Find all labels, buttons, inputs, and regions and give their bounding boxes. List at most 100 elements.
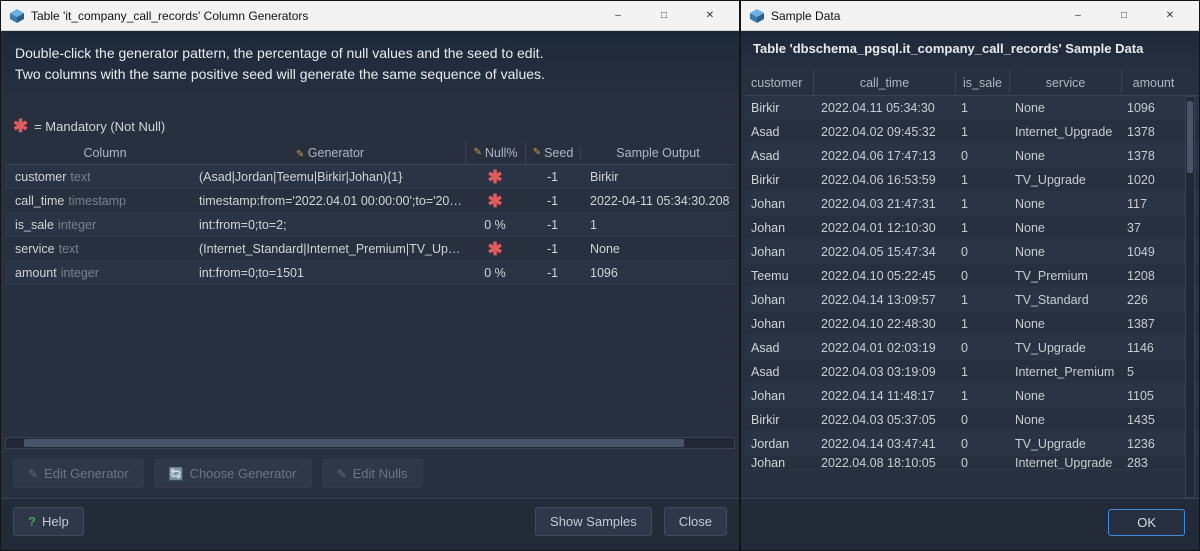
close-window-button[interactable]: ✕ xyxy=(1147,1,1193,31)
seed-cell[interactable]: -1 xyxy=(525,266,580,280)
maximize-button[interactable]: □ xyxy=(1101,1,1147,31)
sample-row[interactable]: Asad2022.04.03 03:19:091Internet_Premium… xyxy=(745,360,1199,384)
column-name-cell[interactable]: customertext xyxy=(5,170,195,184)
seed-cell[interactable]: -1 xyxy=(525,194,580,208)
null-pct-cell[interactable]: ✱ xyxy=(465,192,525,210)
generator-row[interactable]: call_timetimestamptimestamp:from='2022.0… xyxy=(5,189,735,213)
cell-amount: 117 xyxy=(1121,192,1185,215)
cell-is-sale: 1 xyxy=(955,168,1009,191)
cell-call-time: 2022.04.06 17:47:13 xyxy=(813,144,955,167)
app-icon xyxy=(749,8,765,24)
edit-generator-button[interactable]: ✎ Edit Generator xyxy=(13,459,144,488)
sample-row[interactable]: Johan2022.04.10 22:48:301None1387 xyxy=(745,312,1199,336)
sample-row[interactable]: Johan2022.04.08 18:10:050Internet_Upgrad… xyxy=(745,456,1199,470)
null-pct-cell[interactable]: 0 % xyxy=(465,218,525,232)
maximize-button[interactable]: □ xyxy=(641,1,687,31)
app-icon xyxy=(9,8,25,24)
cell-call-time: 2022.04.01 02:03:19 xyxy=(813,336,955,359)
cell-is-sale: 0 xyxy=(955,432,1009,455)
sample-row[interactable]: Birkir2022.04.06 16:53:591TV_Upgrade1020 xyxy=(745,168,1199,192)
sample-row[interactable]: Jordan2022.04.14 03:47:410TV_Upgrade1236 xyxy=(745,432,1199,456)
cell-call-time: 2022.04.01 12:10:30 xyxy=(813,216,955,239)
vertical-scrollbar[interactable] xyxy=(1185,96,1195,498)
scrollbar-thumb[interactable] xyxy=(1187,101,1193,173)
bottom-bar: ? Help Show Samples Close xyxy=(1,498,739,550)
generator-row[interactable]: customertext(Asad|Jordan|Teemu|Birkir|Jo… xyxy=(5,165,735,189)
close-window-button[interactable]: ✕ xyxy=(687,1,733,31)
cell-call-time: 2022.04.03 03:19:09 xyxy=(813,360,955,383)
sample-row[interactable]: Birkir2022.04.03 05:37:050None1435 xyxy=(745,408,1199,432)
cell-customer: Johan xyxy=(745,197,813,211)
seed-cell[interactable]: -1 xyxy=(525,218,580,232)
sample-row[interactable]: Johan2022.04.14 11:48:171None1105 xyxy=(745,384,1199,408)
column-name-cell[interactable]: call_timetimestamp xyxy=(5,194,195,208)
cell-call-time: 2022.04.05 15:47:34 xyxy=(813,240,955,263)
edit-nulls-button[interactable]: ✎ Edit Nulls xyxy=(322,459,423,488)
generator-cell[interactable]: int:from=0;to=1501 xyxy=(195,266,465,280)
cell-service: Internet_Upgrade xyxy=(1009,456,1121,469)
swap-icon: 🔄 xyxy=(169,467,184,481)
sample-output-cell: 2022-04-11 05:34:30.208 xyxy=(580,194,735,208)
minimize-button[interactable]: – xyxy=(1055,1,1101,31)
null-pct-cell[interactable]: 0 % xyxy=(465,266,525,280)
sample-row[interactable]: Birkir2022.04.11 05:34:301None1096 xyxy=(745,96,1199,120)
null-pct-cell[interactable]: ✱ xyxy=(465,240,525,258)
seed-cell[interactable]: -1 xyxy=(525,242,580,256)
sample-row[interactable]: Johan2022.04.14 13:09:571TV_Standard226 xyxy=(745,288,1199,312)
scrollbar-thumb[interactable] xyxy=(24,439,684,447)
generator-row[interactable]: is_saleintegerint:from=0;to=2;0 %-11 xyxy=(5,213,735,237)
cell-amount: 1105 xyxy=(1121,384,1185,407)
generators-table: Column ✎ Generator ✎ Null% ✎ Seed Sample… xyxy=(1,141,739,435)
cell-is-sale: 1 xyxy=(955,312,1009,335)
sample-output-cell: 1 xyxy=(580,218,735,232)
pencil-icon: ✎ xyxy=(28,467,38,481)
horizontal-scrollbar[interactable] xyxy=(5,437,735,449)
cell-service: TV_Upgrade xyxy=(1009,432,1121,455)
show-samples-button[interactable]: Show Samples xyxy=(535,507,652,536)
cell-amount: 1236 xyxy=(1121,432,1185,455)
seed-cell[interactable]: -1 xyxy=(525,170,580,184)
cell-is-sale: 0 xyxy=(955,144,1009,167)
cell-customer: Johan xyxy=(745,389,813,403)
cell-call-time: 2022.04.11 05:34:30 xyxy=(813,96,955,119)
column-name-cell[interactable]: servicetext xyxy=(5,242,195,256)
generator-row[interactable]: amountintegerint:from=0;to=15010 %-11096 xyxy=(5,261,735,285)
sample-row[interactable]: Asad2022.04.01 02:03:190TV_Upgrade1146 xyxy=(745,336,1199,360)
sample-row[interactable]: Johan2022.04.05 15:47:340None1049 xyxy=(745,240,1199,264)
cell-amount: 37 xyxy=(1121,216,1185,239)
help-button[interactable]: ? Help xyxy=(13,507,84,536)
cell-service: None xyxy=(1009,384,1121,407)
header-amount: amount xyxy=(1121,70,1185,95)
sample-row[interactable]: Asad2022.04.02 09:45:321Internet_Upgrade… xyxy=(745,120,1199,144)
cell-amount: 1146 xyxy=(1121,336,1185,359)
choose-generator-button[interactable]: 🔄 Choose Generator xyxy=(154,459,312,488)
cell-call-time: 2022.04.02 09:45:32 xyxy=(813,120,955,143)
mandatory-asterisk-icon: ✱ xyxy=(487,192,502,210)
column-name-cell[interactable]: is_saleinteger xyxy=(5,218,195,232)
close-button[interactable]: Close xyxy=(664,507,727,536)
null-pct-cell[interactable]: ✱ xyxy=(465,168,525,186)
cell-customer: Asad xyxy=(745,341,813,355)
sample-row[interactable]: Johan2022.04.03 21:47:311None117 xyxy=(745,192,1199,216)
cell-is-sale: 1 xyxy=(955,120,1009,143)
cell-is-sale: 0 xyxy=(955,336,1009,359)
column-name-cell[interactable]: amountinteger xyxy=(5,266,195,280)
generator-cell[interactable]: int:from=0;to=2; xyxy=(195,218,465,232)
minimize-button[interactable]: – xyxy=(595,1,641,31)
sample-row[interactable]: Johan2022.04.01 12:10:301None37 xyxy=(745,216,1199,240)
sample-row[interactable]: Teemu2022.04.10 05:22:450TV_Premium1208 xyxy=(745,264,1199,288)
generator-row[interactable]: servicetext(Internet_Standard|Internet_P… xyxy=(5,237,735,261)
cell-amount: 283 xyxy=(1121,456,1185,469)
bottom-bar: OK xyxy=(741,498,1199,550)
mandatory-asterisk-icon: ✱ xyxy=(487,168,502,186)
window-title: Sample Data xyxy=(771,9,1055,23)
generator-cell[interactable]: (Asad|Jordan|Teemu|Birkir|Johan){1} xyxy=(195,170,465,184)
cell-customer: Johan xyxy=(745,456,813,470)
cell-customer: Birkir xyxy=(745,173,813,187)
ok-button[interactable]: OK xyxy=(1108,509,1185,536)
cell-call-time: 2022.04.06 16:53:59 xyxy=(813,168,955,191)
generator-cell[interactable]: timestamp:from='2022.04.01 00:00:00';to=… xyxy=(195,194,465,208)
pencil-icon: ✎ xyxy=(337,467,347,481)
sample-row[interactable]: Asad2022.04.06 17:47:130None1378 xyxy=(745,144,1199,168)
generator-cell[interactable]: (Internet_Standard|Internet_Premium|TV_U… xyxy=(195,242,465,256)
